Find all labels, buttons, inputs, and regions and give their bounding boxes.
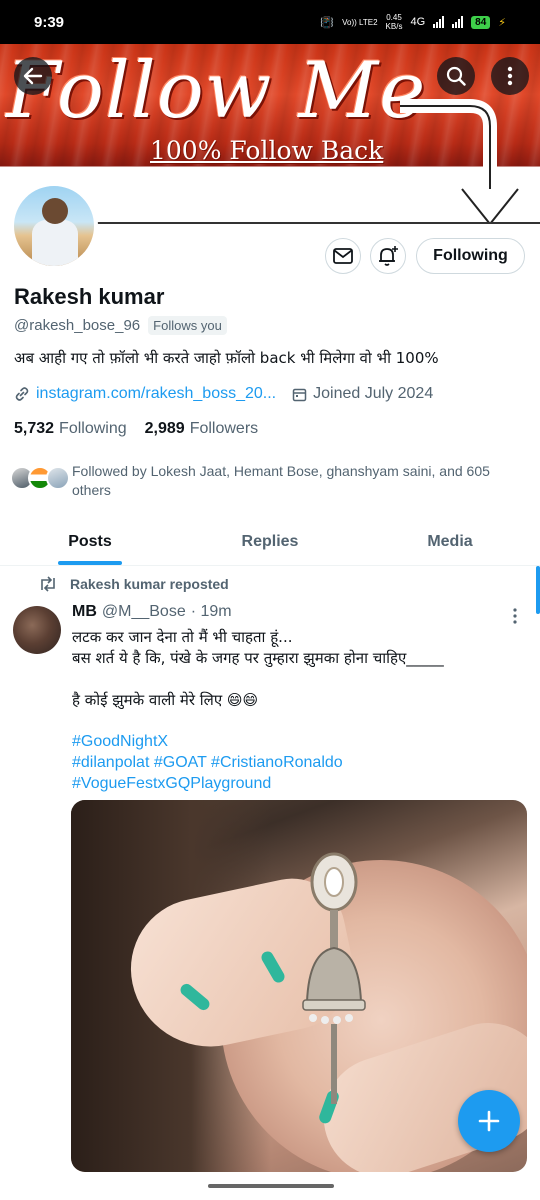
tab-posts[interactable]: Posts bbox=[0, 518, 180, 565]
calendar-icon bbox=[292, 388, 307, 401]
profile-handle: @rakesh_bose_96 bbox=[14, 317, 141, 334]
notifications-button[interactable] bbox=[370, 238, 406, 274]
profile-name: Rakesh kumar bbox=[14, 284, 165, 309]
signal-icon-2 bbox=[452, 16, 464, 28]
followed-by[interactable]: Followed by Lokesh Jaat, Hemant Bose, gh… bbox=[10, 462, 502, 500]
back-button[interactable] bbox=[14, 57, 52, 95]
handle-row: @rakesh_bose_96 Follows you bbox=[14, 316, 227, 335]
profile-meta: instagram.com/rakesh_boss_20... Joined J… bbox=[14, 385, 433, 403]
followed-by-avatars bbox=[10, 462, 70, 492]
earring-illustration bbox=[302, 852, 366, 1104]
profile-tabs: Posts Replies Media bbox=[0, 518, 540, 566]
post-text: लटक कर जान देना तो मैं भी चाहता हूं... ब… bbox=[72, 628, 444, 709]
post-author-handle: @M__Bose bbox=[101, 603, 186, 620]
follow-stats: 5,732 Following 2,989 Followers bbox=[14, 420, 258, 438]
banner-headline: Follow Me bbox=[6, 46, 427, 136]
signal-icon bbox=[433, 16, 445, 28]
post-hashtags: #GoodNightX #dilanpolat #GOAT #Cristiano… bbox=[72, 731, 343, 794]
charging-icon: ⚡ bbox=[498, 16, 506, 29]
search-button[interactable] bbox=[437, 57, 475, 95]
followed-by-text: Followed by Lokesh Jaat, Hemant Bose, gh… bbox=[72, 463, 490, 498]
repost-indicator: Rakesh kumar reposted bbox=[38, 576, 229, 592]
avatar-figure-head bbox=[42, 198, 68, 224]
link-icon bbox=[15, 387, 29, 401]
tab-media[interactable]: Media bbox=[360, 518, 540, 565]
hashtag-line[interactable]: #GoodNightX bbox=[72, 731, 343, 752]
scrollbar[interactable] bbox=[536, 566, 540, 614]
more-button[interactable] bbox=[491, 57, 529, 95]
status-bar: 9:39 📳 Vo)) LTE2 0.45 KB/s 4G 84 ⚡ bbox=[0, 0, 540, 44]
hashtag-line[interactable]: #VogueFestxGQPlayground bbox=[72, 773, 343, 794]
network-speed: 0.45 KB/s bbox=[385, 13, 403, 31]
plus-icon bbox=[478, 1110, 500, 1132]
post-author-avatar[interactable] bbox=[13, 606, 61, 654]
more-vertical-icon bbox=[507, 66, 513, 86]
post-author-name[interactable]: MB bbox=[72, 603, 97, 621]
following-stat[interactable]: 5,732 Following bbox=[14, 420, 127, 438]
profile-link[interactable]: instagram.com/rakesh_boss_20... bbox=[36, 385, 276, 403]
tab-replies[interactable]: Replies bbox=[180, 518, 360, 565]
post-header: MB @M__Bose · 19m bbox=[72, 603, 232, 621]
banner-divider bbox=[96, 222, 540, 224]
network-type: 4G bbox=[410, 16, 426, 28]
battery-indicator: 84 bbox=[471, 15, 491, 29]
mini-avatar bbox=[46, 466, 70, 490]
arrow-left-icon bbox=[23, 67, 43, 85]
profile-bio: अब आही गए तो फ़ॉलो भी करते जाहो फ़ॉलो ba… bbox=[14, 349, 439, 367]
repost-icon bbox=[41, 576, 55, 592]
post-time: · 19m bbox=[190, 603, 232, 620]
joined-date: Joined July 2024 bbox=[313, 385, 434, 402]
status-icons: 📳 Vo)) LTE2 0.45 KB/s 4G 84 ⚡ bbox=[320, 13, 506, 31]
followers-stat[interactable]: 2,989 Followers bbox=[145, 420, 259, 438]
home-indicator[interactable] bbox=[208, 1184, 334, 1188]
bell-plus-icon bbox=[379, 246, 398, 266]
message-button[interactable] bbox=[325, 238, 361, 274]
post-more-icon[interactable] bbox=[508, 606, 522, 626]
status-time: 9:39 bbox=[34, 13, 65, 31]
profile-avatar[interactable] bbox=[10, 182, 98, 270]
following-button[interactable]: Following bbox=[416, 238, 525, 274]
banner-subline: 100% Follow Back bbox=[150, 136, 384, 165]
avatar-figure-body bbox=[32, 220, 78, 266]
hashtag-line[interactable]: #dilanpolat #GOAT #CristianoRonaldo bbox=[72, 752, 343, 773]
vibrate-icon: 📳 bbox=[320, 16, 335, 29]
banner-arrow-icon bbox=[400, 99, 519, 224]
compose-button[interactable] bbox=[458, 1090, 520, 1152]
search-icon bbox=[446, 66, 466, 86]
volte-label: Vo)) LTE2 bbox=[342, 17, 378, 27]
mail-icon bbox=[333, 248, 353, 264]
repost-label: Rakesh kumar reposted bbox=[70, 576, 229, 592]
follows-you-badge: Follows you bbox=[148, 316, 227, 335]
